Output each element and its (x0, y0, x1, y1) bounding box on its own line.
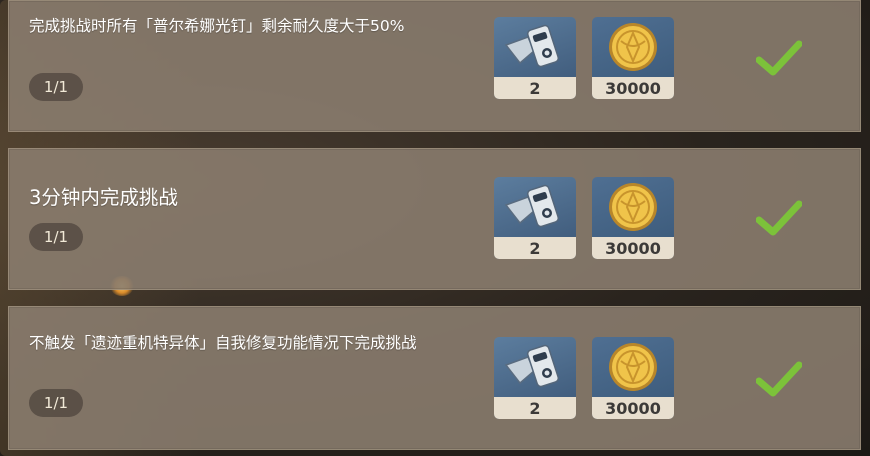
task-description: 不触发「遗迹重机特异体」自我修复功能情况下完成挑战 (29, 334, 417, 352)
completed-check-icon (756, 200, 802, 236)
reward-count: 30000 (592, 77, 674, 99)
reward-count: 30000 (592, 237, 674, 259)
reward-item-mora[interactable]: 30000 (592, 17, 674, 99)
mora-coin-icon (609, 343, 657, 391)
reward-count: 2 (494, 77, 576, 99)
task-progress-badge: 1/1 (29, 73, 83, 101)
mora-coin-icon (609, 183, 657, 231)
reward-count: 30000 (592, 397, 674, 419)
task-description: 完成挑战时所有「普尔希娜光钉」剩余耐久度大于50% (29, 17, 405, 35)
challenge-task-row: 完成挑战时所有「普尔希娜光钉」剩余耐久度大于50% 1/1 2 30000 (8, 0, 861, 132)
reward-count: 2 (494, 237, 576, 259)
material-icon (504, 344, 560, 388)
task-progress-badge: 1/1 (29, 223, 83, 251)
completed-check-icon (756, 40, 802, 76)
material-icon (504, 24, 560, 68)
task-progress-badge: 1/1 (29, 389, 83, 417)
reward-item-material[interactable]: 2 (494, 337, 576, 419)
completed-check-icon (756, 361, 802, 397)
challenge-task-row: 不触发「遗迹重机特异体」自我修复功能情况下完成挑战 1/1 2 30000 (8, 306, 861, 450)
reward-item-mora[interactable]: 30000 (592, 337, 674, 419)
reward-count: 2 (494, 397, 576, 419)
challenge-task-row: 3分钟内完成挑战 1/1 2 30000 (8, 148, 861, 290)
reward-item-material[interactable]: 2 (494, 17, 576, 99)
reward-item-material[interactable]: 2 (494, 177, 576, 259)
task-description: 3分钟内完成挑战 (29, 186, 178, 209)
mora-coin-icon (609, 23, 657, 71)
reward-item-mora[interactable]: 30000 (592, 177, 674, 259)
material-icon (504, 184, 560, 228)
